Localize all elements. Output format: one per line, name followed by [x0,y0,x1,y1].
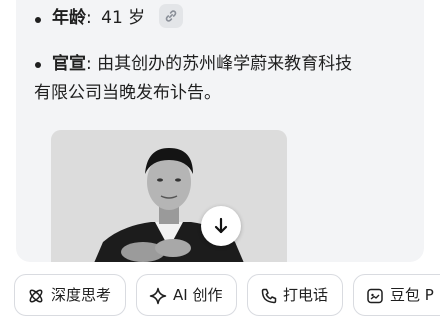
age-line: 年龄: 41 岁 [52,4,183,32]
age-value: 41 岁 [101,8,146,28]
age-separator: : [86,8,92,28]
answer-bubble: 年龄: 41 岁 官宣: 由其创办的苏州峰学蔚来教育科技 有限公司当晚发布讣告。 [16,0,424,262]
ai-create-label: AI 创作 [173,286,223,304]
announcement-separator: : [86,54,92,74]
call-button[interactable]: 打电话 [247,274,343,316]
atom-icon [27,287,45,309]
announcement-text: 官宣: 由其创办的苏州峰学蔚来教育科技 有限公司当晚发布讣告。 [34,50,404,103]
bullet-dot [35,62,41,68]
download-button[interactable] [201,206,241,246]
portrait-photo[interactable] [51,130,287,262]
ai-create-button[interactable]: AI 创作 [136,274,237,316]
bullet-dot [35,17,41,23]
announcement-item: 官宣: 由其创办的苏州峰学蔚来教育科技 有限公司当晚发布讣告。 [16,50,424,110]
deep-think-label: 深度思考 [51,286,112,304]
doubao-button[interactable]: 豆包 P [353,274,440,316]
call-label: 打电话 [283,286,329,304]
announcement-line1: 由其创办的苏州峰学蔚来教育科技 [97,54,353,74]
quick-actions-bar: 深度思考 AI 创作 打电话 豆包 P [0,272,440,322]
bottom-strip [0,322,440,330]
download-arrow-icon [214,217,228,234]
announcement-key: 官宣 [52,54,86,74]
portrait-illustration [51,130,287,262]
doubao-label: 豆包 P [390,286,434,304]
age-item: 年龄: 41 岁 [16,4,424,32]
link-icon[interactable] [158,4,183,28]
deep-think-button[interactable]: 深度思考 [14,274,126,316]
sparkle-icon [149,287,167,309]
age-key: 年龄 [52,8,86,28]
phone-icon [260,287,278,309]
announcement-line2: 有限公司当晚发布讣告。 [34,83,221,103]
doubao-icon [366,287,384,309]
